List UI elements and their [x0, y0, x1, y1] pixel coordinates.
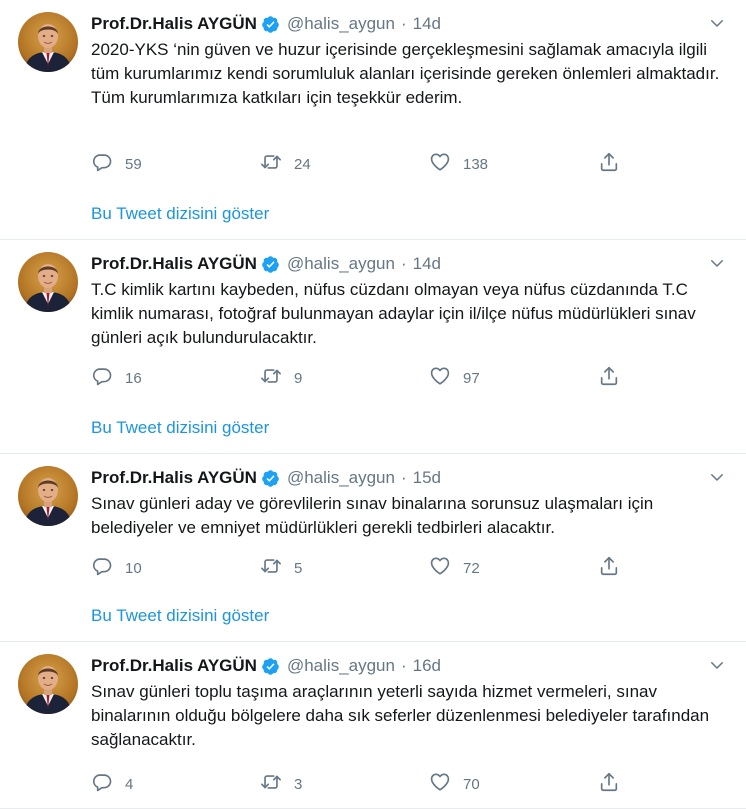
retweet-icon	[260, 151, 282, 178]
tweet[interactable]: Prof.Dr.Halis AYGÜN @halis_aygun · 16d S…	[0, 642, 746, 809]
separator-dot: ·	[400, 468, 407, 487]
reply-count: 16	[125, 370, 142, 387]
show-thread-link[interactable]: Bu Tweet dizisini göster	[91, 606, 269, 626]
show-thread-link[interactable]: Bu Tweet dizisini göster	[91, 204, 269, 224]
tweet-header: Prof.Dr.Halis AYGÜN @halis_aygun · 15d	[91, 466, 732, 490]
reply-icon	[91, 771, 113, 798]
avatar[interactable]	[18, 12, 78, 72]
share-icon	[598, 151, 620, 178]
reply-button[interactable]: 10	[91, 555, 142, 582]
heart-icon	[429, 555, 451, 582]
tweet-text: T.C kimlik kartını kaybeden, nüfus cüzda…	[91, 280, 696, 347]
reply-button[interactable]: 59	[91, 151, 142, 178]
share-icon	[598, 771, 620, 798]
verified-badge-icon	[261, 657, 280, 676]
verified-badge-icon	[261, 469, 280, 488]
like-button[interactable]: 70	[429, 771, 480, 798]
author-handle[interactable]: @halis_aygun	[287, 656, 395, 676]
tweet-body: Prof.Dr.Halis AYGÜN @halis_aygun · 14d T…	[91, 252, 732, 350]
author-handle[interactable]: @halis_aygun	[287, 468, 395, 488]
tweet[interactable]: Prof.Dr.Halis AYGÜN @halis_aygun · 14d 2…	[0, 0, 746, 240]
reply-icon	[91, 151, 113, 178]
like-button[interactable]: 72	[429, 555, 480, 582]
separator-dot: ·	[400, 254, 407, 273]
tweet-body: Prof.Dr.Halis AYGÜN @halis_aygun · 14d 2…	[91, 12, 732, 110]
reply-button[interactable]: 16	[91, 365, 142, 392]
show-thread-link[interactable]: Bu Tweet dizisini göster	[91, 418, 269, 438]
heart-icon	[429, 771, 451, 798]
tweet-actions: 16 9 97	[91, 365, 651, 391]
tweet-header: Prof.Dr.Halis AYGÜN @halis_aygun · 14d	[91, 252, 732, 276]
author-handle[interactable]: @halis_aygun	[287, 254, 395, 274]
retweet-count: 3	[294, 776, 303, 793]
retweet-button[interactable]: 3	[260, 771, 302, 798]
retweet-button[interactable]: 9	[260, 365, 302, 392]
author-name[interactable]: Prof.Dr.Halis AYGÜN	[91, 14, 257, 34]
retweet-count: 24	[294, 156, 311, 173]
like-count: 72	[463, 560, 480, 577]
retweet-count: 5	[294, 560, 303, 577]
tweet-body: Prof.Dr.Halis AYGÜN @halis_aygun · 15d S…	[91, 466, 732, 540]
share-button[interactable]	[598, 771, 620, 798]
chevron-down-icon[interactable]	[706, 12, 728, 34]
retweet-button[interactable]: 5	[260, 555, 302, 582]
like-button[interactable]: 138	[429, 151, 488, 178]
share-button[interactable]	[598, 365, 620, 392]
share-icon	[598, 555, 620, 582]
verified-badge-icon	[261, 15, 280, 34]
retweet-icon	[260, 555, 282, 582]
tweet-header: Prof.Dr.Halis AYGÜN @halis_aygun · 16d	[91, 654, 732, 678]
timeline: Prof.Dr.Halis AYGÜN @halis_aygun · 14d 2…	[0, 0, 746, 809]
tweet-actions: 59 24 138	[91, 151, 651, 177]
tweet-timestamp[interactable]: 14d	[413, 254, 441, 274]
share-button[interactable]	[598, 151, 620, 178]
tweet[interactable]: Prof.Dr.Halis AYGÜN @halis_aygun · 15d S…	[0, 454, 746, 642]
tweet-timestamp[interactable]: 15d	[413, 468, 441, 488]
retweet-button[interactable]: 24	[260, 151, 311, 178]
author-name[interactable]: Prof.Dr.Halis AYGÜN	[91, 468, 257, 488]
like-count: 138	[463, 156, 489, 173]
heart-icon	[429, 365, 451, 392]
tweet-actions: 10 5 72	[91, 555, 651, 581]
verified-badge-icon	[261, 255, 280, 274]
reply-icon	[91, 555, 113, 582]
retweet-icon	[260, 365, 282, 392]
reply-icon	[91, 365, 113, 392]
avatar[interactable]	[18, 654, 78, 714]
tweet-timestamp[interactable]: 14d	[413, 14, 441, 34]
chevron-down-icon[interactable]	[706, 466, 728, 488]
chevron-down-icon[interactable]	[706, 654, 728, 676]
tweet-timestamp[interactable]: 16d	[413, 656, 441, 676]
tweet-body: Prof.Dr.Halis AYGÜN @halis_aygun · 16d S…	[91, 654, 732, 752]
separator-dot: ·	[400, 656, 407, 675]
heart-icon	[429, 151, 451, 178]
tweet-text: 2020-YKS ‘nin güven ve huzur içerisinde …	[91, 40, 720, 107]
reply-count: 4	[125, 776, 134, 793]
share-icon	[598, 365, 620, 392]
retweet-icon	[260, 771, 282, 798]
author-name[interactable]: Prof.Dr.Halis AYGÜN	[91, 254, 257, 274]
tweet-text: Sınav günleri aday ve görevlilerin sınav…	[91, 494, 654, 537]
chevron-down-icon[interactable]	[706, 252, 728, 274]
tweet-actions: 4 3 70	[91, 771, 651, 797]
tweet-header: Prof.Dr.Halis AYGÜN @halis_aygun · 14d	[91, 12, 732, 36]
author-name[interactable]: Prof.Dr.Halis AYGÜN	[91, 656, 257, 676]
avatar[interactable]	[18, 466, 78, 526]
like-count: 97	[463, 370, 480, 387]
tweet[interactable]: Prof.Dr.Halis AYGÜN @halis_aygun · 14d T…	[0, 240, 746, 454]
like-count: 70	[463, 776, 480, 793]
reply-button[interactable]: 4	[91, 771, 133, 798]
author-handle[interactable]: @halis_aygun	[287, 14, 395, 34]
avatar[interactable]	[18, 252, 78, 312]
reply-count: 10	[125, 560, 142, 577]
separator-dot: ·	[400, 14, 407, 33]
like-button[interactable]: 97	[429, 365, 480, 392]
share-button[interactable]	[598, 555, 620, 582]
reply-count: 59	[125, 156, 142, 173]
retweet-count: 9	[294, 370, 303, 387]
tweet-text: Sınav günleri toplu taşıma araçlarının y…	[91, 682, 710, 749]
